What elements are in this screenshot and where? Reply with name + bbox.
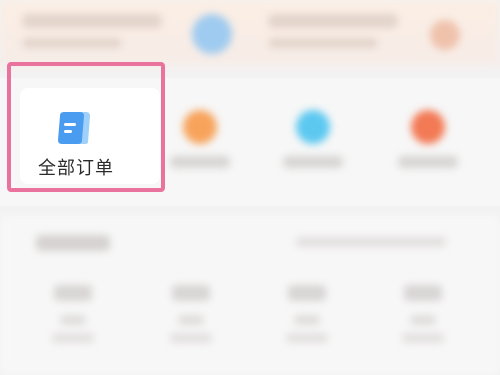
box-icon <box>411 110 445 144</box>
banner-text-line <box>22 38 122 48</box>
banner-text-line <box>268 38 378 48</box>
order-tile-pending-delivery[interactable] <box>253 96 373 176</box>
stat-item[interactable] <box>166 285 216 345</box>
truck-icon <box>296 110 330 144</box>
order-tile-pending-receipt[interactable] <box>368 96 488 176</box>
section-more-link[interactable] <box>296 237 446 247</box>
section-title <box>36 235 110 251</box>
tile-label <box>283 156 343 168</box>
assets-section <box>0 215 500 375</box>
banner-arrow-icon[interactable] <box>430 20 460 50</box>
document-icon <box>58 112 90 144</box>
wallet-icon <box>183 110 217 144</box>
all-orders-label: 全部订单 <box>38 158 114 179</box>
banner-text-line <box>22 14 162 28</box>
banner-text-line <box>268 14 398 28</box>
tile-label <box>170 156 230 168</box>
tile-label <box>398 156 458 168</box>
all-orders-button[interactable]: 全部订单 <box>20 88 160 184</box>
account-banner <box>0 0 500 66</box>
stat-item[interactable] <box>398 285 448 345</box>
banner-icon[interactable] <box>192 14 232 54</box>
stat-item[interactable] <box>282 285 332 345</box>
stat-item[interactable] <box>48 285 98 345</box>
